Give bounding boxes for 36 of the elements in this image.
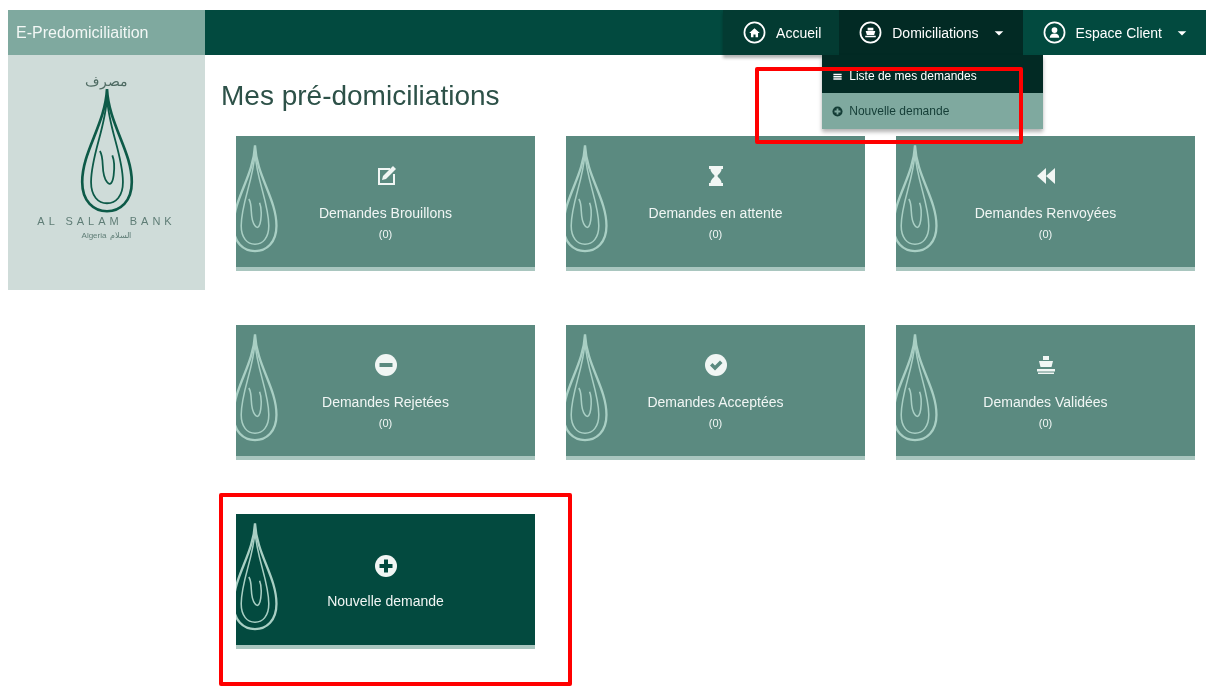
card-count: (0)	[378, 416, 393, 429]
logo-arabic-text: مصرف	[85, 73, 128, 89]
card-label: Demandes Acceptées	[647, 392, 784, 411]
user-circle-icon	[1042, 21, 1066, 44]
menu-item[interactable]: Nouvelle demande	[822, 93, 1044, 129]
card-label: Demandes Renvoyées	[974, 203, 1117, 222]
card-label: Demandes Validées	[983, 392, 1108, 411]
status-card[interactable]: Demandes en attente (0)	[566, 136, 865, 271]
plus-circle-icon	[832, 105, 844, 117]
card-count: (0)	[1038, 416, 1053, 429]
menu-item[interactable]: Liste de mes demandes	[822, 59, 1044, 93]
bank-name: AL SALAM BANK	[37, 215, 176, 227]
status-card[interactable]: Demandes Renvoyées (0)	[896, 136, 1195, 271]
logo-arabic-text: السلام	[110, 231, 132, 240]
card-label: Nouvelle demande	[327, 591, 444, 610]
plus-circle-icon	[373, 553, 398, 578]
card-label: Demandes Brouillons	[318, 203, 453, 222]
card-label: Demandes en attente	[648, 203, 783, 222]
status-card[interactable]: Demandes Validées (0)	[896, 325, 1195, 460]
ship-circle-icon	[859, 21, 883, 44]
page-title: Mes pré-domiciliations	[221, 81, 500, 111]
status-card[interactable]: Demandes Rejetées (0)	[236, 325, 535, 460]
country-text: Algeria	[81, 231, 107, 240]
card-count: (0)	[708, 416, 723, 429]
card-count: (0)	[378, 227, 393, 240]
check-circle-icon	[703, 352, 728, 377]
status-card[interactable]: Demandes Brouillons (0)	[236, 136, 535, 271]
card-count: (0)	[1038, 227, 1053, 240]
brand-title[interactable]: E-Predomiciliaition	[8, 10, 205, 55]
minus-circle-icon	[373, 352, 398, 377]
new-request-card[interactable]: Nouvelle demande	[236, 514, 535, 649]
card-label: Demandes Rejetées	[322, 392, 449, 411]
status-card[interactable]: Demandes Acceptées (0)	[566, 325, 865, 460]
nav-link[interactable]: Accueil	[723, 10, 840, 55]
card-count: (0)	[708, 227, 723, 240]
home-circle-icon	[743, 21, 767, 44]
